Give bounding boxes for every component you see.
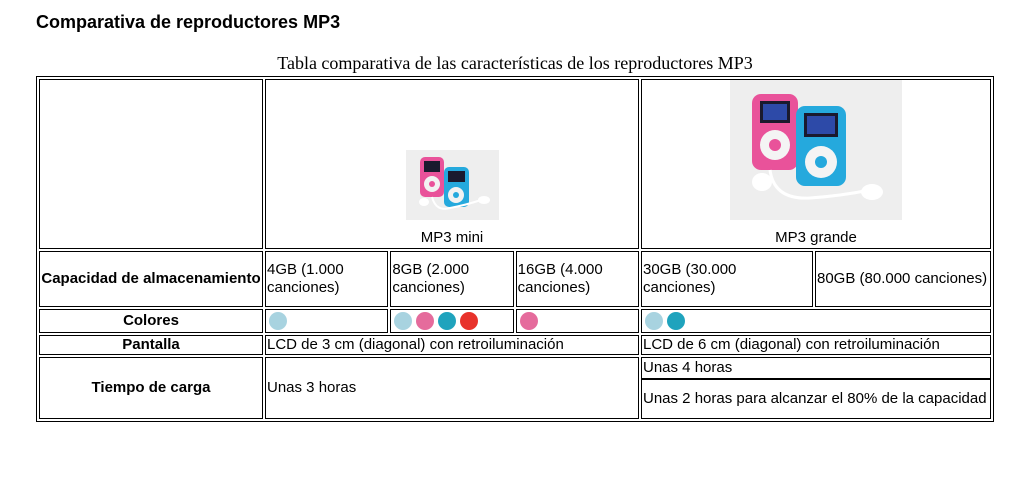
charge-grande-full: Unas 4 horas: [641, 357, 991, 379]
row-header-capacity: Capacidad de almacenamiento: [39, 251, 263, 307]
capacity-grande-80gb: 80GB (80.000 canciones): [815, 251, 991, 307]
mp3-grande-product-icon: [730, 80, 902, 220]
color-swatch: [667, 312, 685, 331]
table-row-screen: Pantalla LCD de 3 cm (diagonal) con retr…: [39, 335, 991, 355]
capacity-mini-8gb: 8GB (2.000 canciones): [390, 251, 514, 307]
page-title: Comparativa de reproductores MP3: [36, 12, 341, 32]
product-label-grande: MP3 grande: [775, 229, 857, 246]
colors-grande: [641, 309, 991, 333]
table-row-colors: Colores: [39, 309, 991, 333]
capacity-grande-30gb: 30GB (30.000 canciones): [641, 251, 813, 307]
color-swatch: [269, 312, 287, 331]
product-label-mini: MP3 mini: [420, 229, 484, 246]
table-caption: Tabla comparativa de las características…: [277, 53, 753, 73]
comparison-table: Tabla comparativa de las características…: [36, 52, 994, 422]
color-swatch: [394, 312, 413, 331]
table-row-capacity: Capacidad de almacenamiento 4GB (1.000 c…: [39, 251, 991, 307]
color-swatch: [438, 312, 457, 331]
empty-corner-cell: [39, 79, 263, 249]
color-swatch: [519, 312, 538, 331]
capacity-mini-4gb: 4GB (1.000 canciones): [265, 251, 389, 307]
screen-mini: LCD de 3 cm (diagonal) con retroiluminac…: [265, 335, 639, 355]
mp3-mini-image: [405, 150, 499, 220]
charge-grande-subtable: Unas 4 horas Unas 2 horas para alcanzar …: [641, 357, 991, 419]
product-cell-mini: MP3 mini: [265, 79, 639, 249]
capacity-mini-16gb: 16GB (4.000 canciones): [515, 251, 639, 307]
table-row-images: MP3 mini MP3 grande: [39, 79, 991, 249]
color-swatch: [645, 312, 663, 331]
screen-grande: LCD de 6 cm (diagonal) con retroiluminac…: [641, 335, 991, 355]
color-swatch: [460, 312, 479, 331]
product-cell-grande: MP3 grande: [641, 79, 991, 249]
table-row-charge: Tiempo de carga Unas 3 horas Unas 4 hora…: [39, 357, 991, 419]
charge-mini: Unas 3 horas: [265, 357, 639, 419]
table-row: Unas 4 horas: [641, 357, 991, 379]
row-header-screen: Pantalla: [39, 335, 263, 355]
charge-grande-partial: Unas 2 horas para alcanzar el 80% de la …: [641, 379, 991, 419]
row-header-colors: Colores: [39, 309, 263, 333]
row-header-charge: Tiempo de carga: [39, 357, 263, 419]
mp3-mini-product-icon: [405, 150, 499, 220]
color-swatch: [416, 312, 435, 331]
colors-mini-4gb: [265, 309, 389, 333]
mp3-grande-image: [730, 80, 902, 220]
colors-mini-8gb: [390, 309, 514, 333]
colors-mini-16gb: [515, 309, 639, 333]
table-row: Unas 2 horas para alcanzar el 80% de la …: [641, 379, 991, 419]
charge-grande-cell: Unas 4 horas Unas 2 horas para alcanzar …: [641, 357, 991, 419]
